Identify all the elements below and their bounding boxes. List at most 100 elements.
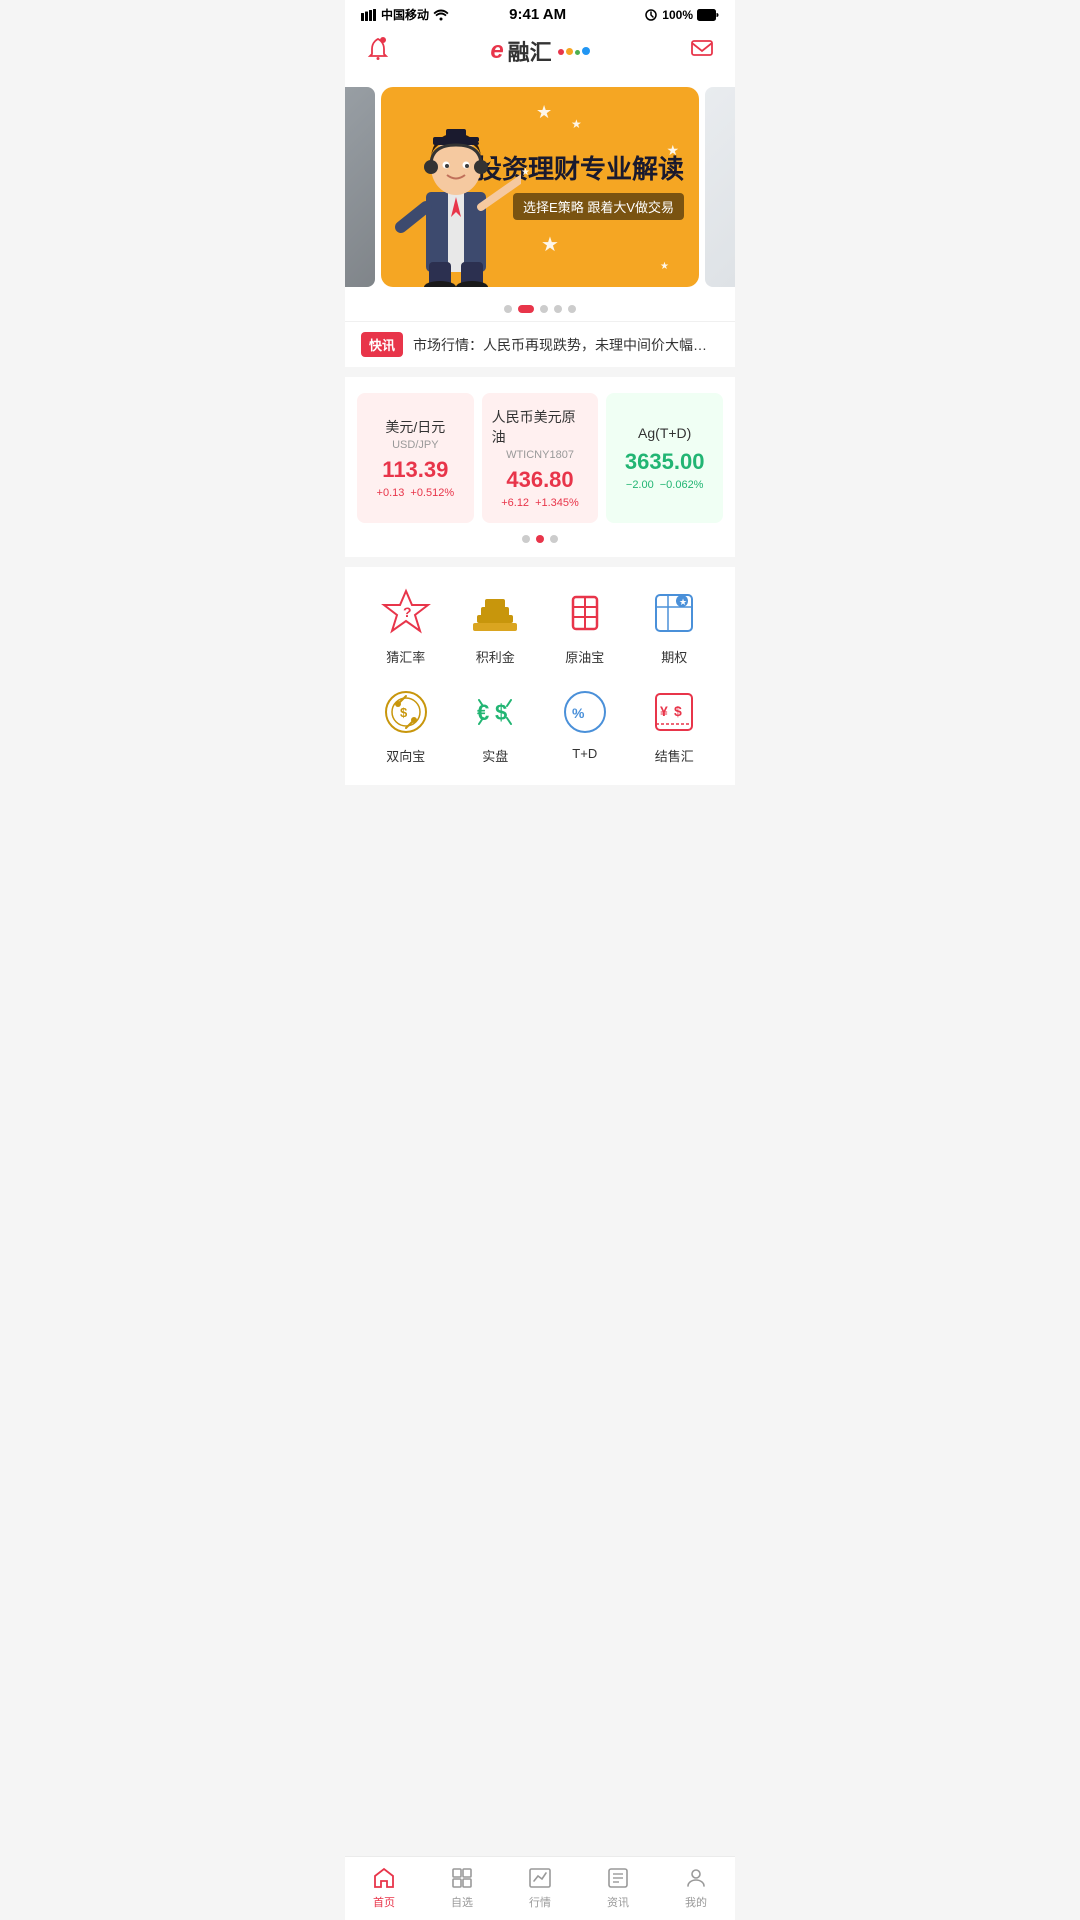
- banner-main[interactable]: ★ ★ ★ ★ ★ ★: [381, 87, 699, 287]
- news-icon: [605, 1865, 631, 1891]
- market-change2b: +1.345%: [535, 497, 579, 509]
- nav-market[interactable]: 行情: [501, 1857, 579, 1920]
- market-cards: 美元/日元 USD/JPY 113.39 +0.13 +0.512% 人民币美元…: [345, 393, 735, 523]
- market-name-1: 美元/日元: [385, 417, 445, 437]
- banner-dot-2[interactable]: [518, 305, 534, 313]
- dual-icon: $: [380, 686, 432, 738]
- menu-label-live: 实盘: [482, 746, 508, 765]
- news-text: 市场行情：人民币再现跌势，未理中间价大幅上调到...: [413, 335, 719, 355]
- market-change2a: +6.12: [501, 497, 529, 509]
- market-icon: [527, 1865, 553, 1891]
- banner-character: [391, 107, 521, 287]
- crude-oil-icon: [559, 587, 611, 639]
- live-icon: € $: [469, 686, 521, 738]
- nav-news-label: 资讯: [607, 1894, 629, 1910]
- app-header: e 融汇: [345, 27, 735, 79]
- svg-text:¥: ¥: [660, 703, 668, 719]
- status-bar: 中国移动 9:41 AM 100%: [345, 0, 735, 27]
- exchange-icon: ¥ $: [648, 686, 700, 738]
- menu-grid: ? 猜汇率 积利金: [361, 587, 719, 765]
- banner-side-right: [705, 87, 735, 287]
- banner-dot-3[interactable]: [540, 305, 548, 313]
- news-ticker[interactable]: 快讯 市场行情：人民币再现跌势，未理中间价大幅上调到...: [345, 321, 735, 367]
- market-card-ag[interactable]: Ag(T+D) 3635.00 −2.00 −0.062%: [606, 393, 723, 523]
- bottom-nav: 首页 自选 行情: [345, 1856, 735, 1920]
- market-card-usdjpy[interactable]: 美元/日元 USD/JPY 113.39 +0.13 +0.512%: [357, 393, 474, 523]
- guess-rate-icon: ?: [380, 587, 432, 639]
- menu-label-guess-rate: 猜汇率: [386, 647, 425, 666]
- banner-dots: [345, 295, 735, 321]
- logo-name: 融汇: [508, 35, 552, 67]
- menu-label-crude-oil: 原油宝: [565, 647, 604, 666]
- menu-label-gold: 积利金: [476, 647, 515, 666]
- message-icon[interactable]: [689, 36, 715, 67]
- mine-icon: [683, 1865, 709, 1891]
- market-change1b: +0.512%: [410, 487, 454, 499]
- svg-text:$: $: [674, 703, 682, 719]
- menu-item-crude-oil[interactable]: 原油宝: [540, 587, 630, 666]
- nav-market-label: 行情: [529, 1894, 551, 1910]
- nav-mine[interactable]: 我的: [657, 1857, 735, 1920]
- market-change-3: −2.00 −0.062%: [626, 479, 704, 491]
- market-code-2: WTICNY1807: [506, 449, 574, 461]
- market-name-2: 人民币美元原油: [492, 407, 589, 447]
- market-dots: [345, 523, 735, 557]
- menu-item-options[interactable]: ★ 期权: [630, 587, 720, 666]
- svg-text:%: %: [572, 705, 585, 721]
- menu-label-dual: 双向宝: [386, 746, 425, 765]
- carrier-label: 中国移动: [381, 6, 429, 23]
- nav-watchlist-label: 自选: [451, 1894, 473, 1910]
- logo-e-letter: e: [490, 37, 503, 65]
- status-time: 9:41 AM: [509, 6, 566, 23]
- svg-text:?: ?: [403, 604, 412, 620]
- market-name-3: Ag(T+D): [638, 425, 691, 441]
- banner-dot-1[interactable]: [504, 305, 512, 313]
- banner-dot-4[interactable]: [554, 305, 562, 313]
- banner-section[interactable]: ★ ★ ★ ★ ★ ★: [345, 79, 735, 321]
- news-badge: 快讯: [361, 332, 403, 357]
- svg-text:$: $: [400, 705, 408, 720]
- nav-home-label: 首页: [373, 1894, 395, 1910]
- market-change3b: −0.062%: [660, 479, 704, 491]
- menu-section: ? 猜汇率 积利金: [345, 567, 735, 785]
- nav-watchlist[interactable]: 自选: [423, 1857, 501, 1920]
- banner-wrapper: ★ ★ ★ ★ ★ ★: [345, 79, 735, 295]
- status-right: 100%: [626, 8, 719, 22]
- menu-item-live[interactable]: € $ 实盘: [451, 686, 541, 765]
- market-dot-2[interactable]: [536, 535, 544, 543]
- market-dot-3[interactable]: [550, 535, 558, 543]
- app-logo: e 融汇: [490, 35, 589, 67]
- menu-item-dual[interactable]: $ 双向宝: [361, 686, 451, 765]
- menu-item-exchange[interactable]: ¥ $ 结售汇: [630, 686, 720, 765]
- market-price-2: 436.80: [506, 467, 573, 493]
- options-icon: ★: [648, 587, 700, 639]
- market-dot-1[interactable]: [522, 535, 530, 543]
- market-change1a: +0.13: [377, 487, 405, 499]
- svg-text:★: ★: [679, 597, 687, 607]
- market-price-1: 113.39: [382, 457, 448, 483]
- notification-icon[interactable]: [365, 36, 391, 67]
- nav-home[interactable]: 首页: [345, 1857, 423, 1920]
- menu-label-exchange: 结售汇: [655, 746, 694, 765]
- menu-item-gold[interactable]: 积利金: [451, 587, 541, 666]
- banner-subtitle: 选择E策略 跟着大V做交易: [513, 193, 684, 220]
- td-icon: %: [559, 686, 611, 738]
- market-code-1: USD/JPY: [392, 439, 438, 451]
- banner-dot-5[interactable]: [568, 305, 576, 313]
- menu-item-td[interactable]: % T+D: [540, 686, 630, 765]
- menu-label-td: T+D: [572, 746, 597, 761]
- market-change-2: +6.12 +1.345%: [501, 497, 579, 509]
- market-change3a: −2.00: [626, 479, 654, 491]
- menu-item-guess-rate[interactable]: ? 猜汇率: [361, 587, 451, 666]
- status-left: 中国移动: [361, 6, 449, 23]
- svg-text:€: €: [477, 700, 489, 725]
- market-section: 美元/日元 USD/JPY 113.39 +0.13 +0.512% 人民币美元…: [345, 377, 735, 557]
- nav-news[interactable]: 资讯: [579, 1857, 657, 1920]
- menu-label-options: 期权: [661, 647, 687, 666]
- watchlist-icon: [449, 1865, 475, 1891]
- home-icon: [371, 1865, 397, 1891]
- gold-icon: [469, 587, 521, 639]
- market-card-oil[interactable]: 人民币美元原油 WTICNY1807 436.80 +6.12 +1.345%: [482, 393, 599, 523]
- svg-text:$: $: [495, 700, 507, 725]
- logo-decoration: [558, 47, 590, 55]
